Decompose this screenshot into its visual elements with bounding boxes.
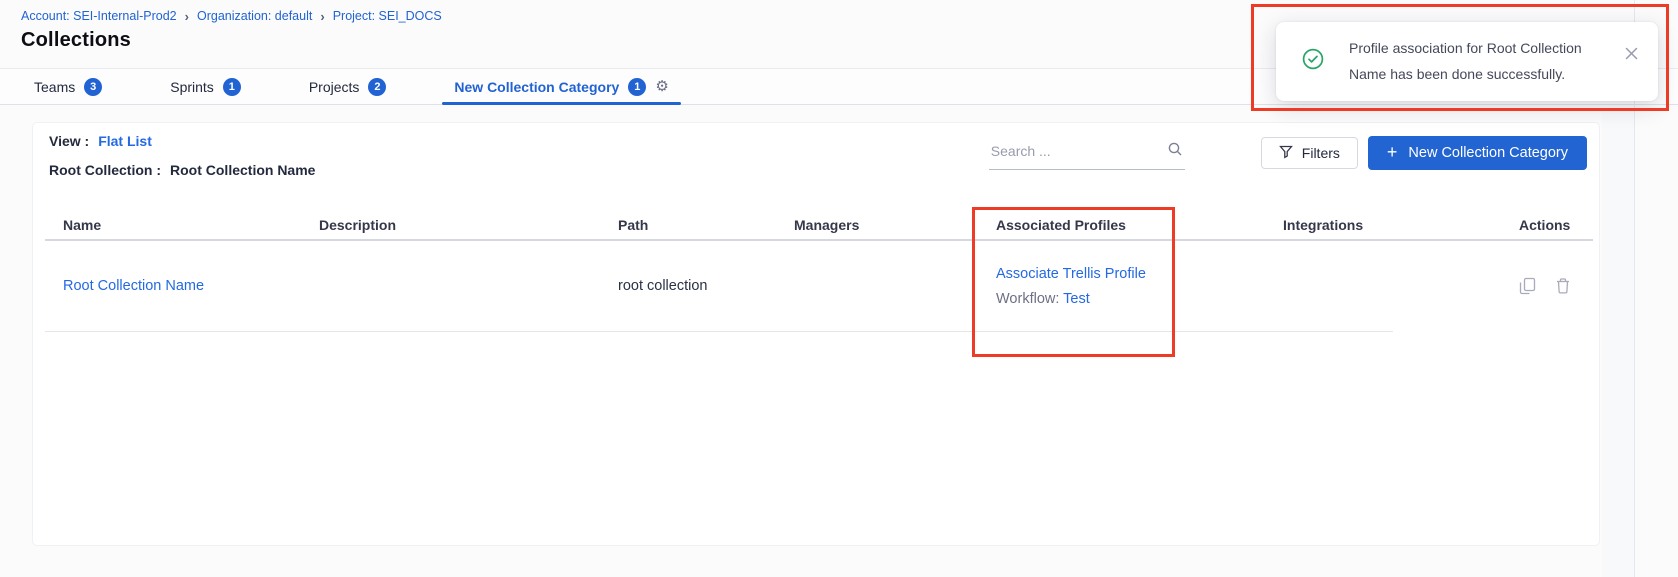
search-icon bbox=[1167, 141, 1183, 162]
plus-icon: + bbox=[1387, 143, 1398, 163]
copy-icon[interactable] bbox=[1519, 277, 1536, 295]
check-circle-icon bbox=[1302, 48, 1324, 70]
tab-sprints[interactable]: Sprints 1 bbox=[170, 69, 241, 104]
tab-projects-count-badge: 2 bbox=[368, 78, 386, 96]
view-label: View : bbox=[49, 133, 89, 149]
chevron-right-icon: › bbox=[320, 9, 324, 23]
collection-name-link[interactable]: Root Collection Name bbox=[63, 278, 204, 294]
gear-icon[interactable]: ⚙ bbox=[655, 79, 668, 94]
table-header-row: Name Description Path Managers Associate… bbox=[45, 217, 1593, 233]
breadcrumb: Account: SEI-Internal-Prod2 › Organizati… bbox=[21, 9, 442, 23]
filters-button-label: Filters bbox=[1302, 145, 1340, 161]
filter-funnel-icon bbox=[1279, 145, 1293, 162]
tab-teams-count-badge: 3 bbox=[84, 78, 102, 96]
close-icon[interactable] bbox=[1621, 43, 1642, 64]
column-header-name: Name bbox=[45, 217, 301, 233]
new-collection-category-button-label: New Collection Category bbox=[1408, 145, 1568, 161]
workflow-test-link[interactable]: Test bbox=[1063, 291, 1090, 307]
root-collection-value: Root Collection Name bbox=[170, 162, 315, 178]
tab-new-collection-category[interactable]: New Collection Category 1 ⚙ bbox=[454, 69, 668, 104]
column-header-actions: Actions bbox=[1501, 217, 1593, 233]
column-header-associated-profiles: Associated Profiles bbox=[978, 217, 1265, 233]
cell-path: root collection bbox=[600, 278, 776, 294]
root-collection-label: Root Collection : bbox=[49, 162, 161, 178]
column-header-integrations: Integrations bbox=[1265, 217, 1501, 233]
tab-new-collection-category-label: New Collection Category bbox=[454, 79, 619, 95]
table-toolbar: Filters + New Collection Category bbox=[989, 136, 1587, 170]
success-toast: Profile association for Root Collection … bbox=[1276, 22, 1658, 101]
chevron-right-icon: › bbox=[185, 9, 189, 23]
tab-sprints-label: Sprints bbox=[170, 79, 214, 95]
cell-associated-profiles: Associate Trellis Profile Workflow: Test bbox=[978, 266, 1265, 307]
filters-button[interactable]: Filters bbox=[1261, 137, 1358, 169]
tab-teams[interactable]: Teams 3 bbox=[34, 69, 102, 104]
toast-message: Profile association for Root Collection … bbox=[1349, 35, 1611, 87]
tab-new-collection-category-count-badge: 1 bbox=[628, 78, 646, 96]
breadcrumb-project-link[interactable]: Project: SEI_DOCS bbox=[333, 9, 442, 23]
right-panel-strip bbox=[1602, 108, 1634, 577]
table-row: Root Collection Name root collection Ass… bbox=[45, 241, 1593, 331]
column-header-managers: Managers bbox=[776, 217, 978, 233]
tab-projects-label: Projects bbox=[309, 79, 360, 95]
trash-icon[interactable] bbox=[1555, 277, 1571, 295]
tab-projects[interactable]: Projects 2 bbox=[309, 69, 387, 104]
column-header-description: Description bbox=[301, 217, 600, 233]
workflow-line: Workflow: Test bbox=[996, 291, 1265, 307]
breadcrumb-organization-link[interactable]: Organization: default bbox=[197, 9, 312, 23]
new-collection-category-button[interactable]: + New Collection Category bbox=[1368, 136, 1587, 170]
search-input[interactable] bbox=[991, 143, 1161, 159]
column-header-path: Path bbox=[600, 217, 776, 233]
root-collection-row: Root Collection : Root Collection Name bbox=[49, 162, 315, 178]
workflow-label: Workflow: bbox=[996, 291, 1059, 307]
breadcrumb-account-link[interactable]: Account: SEI-Internal-Prod2 bbox=[21, 9, 177, 23]
cell-actions bbox=[1501, 277, 1593, 295]
tab-sprints-count-badge: 1 bbox=[223, 78, 241, 96]
search-box bbox=[989, 137, 1185, 170]
page-title: Collections bbox=[21, 29, 131, 52]
tab-teams-label: Teams bbox=[34, 79, 75, 95]
collections-panel: View : Flat List Root Collection : Root … bbox=[32, 122, 1600, 546]
table-row-divider bbox=[45, 331, 1393, 332]
associate-trellis-profile-link[interactable]: Associate Trellis Profile bbox=[996, 266, 1265, 282]
view-row: View : Flat List bbox=[49, 133, 152, 149]
flat-list-link[interactable]: Flat List bbox=[98, 133, 152, 149]
